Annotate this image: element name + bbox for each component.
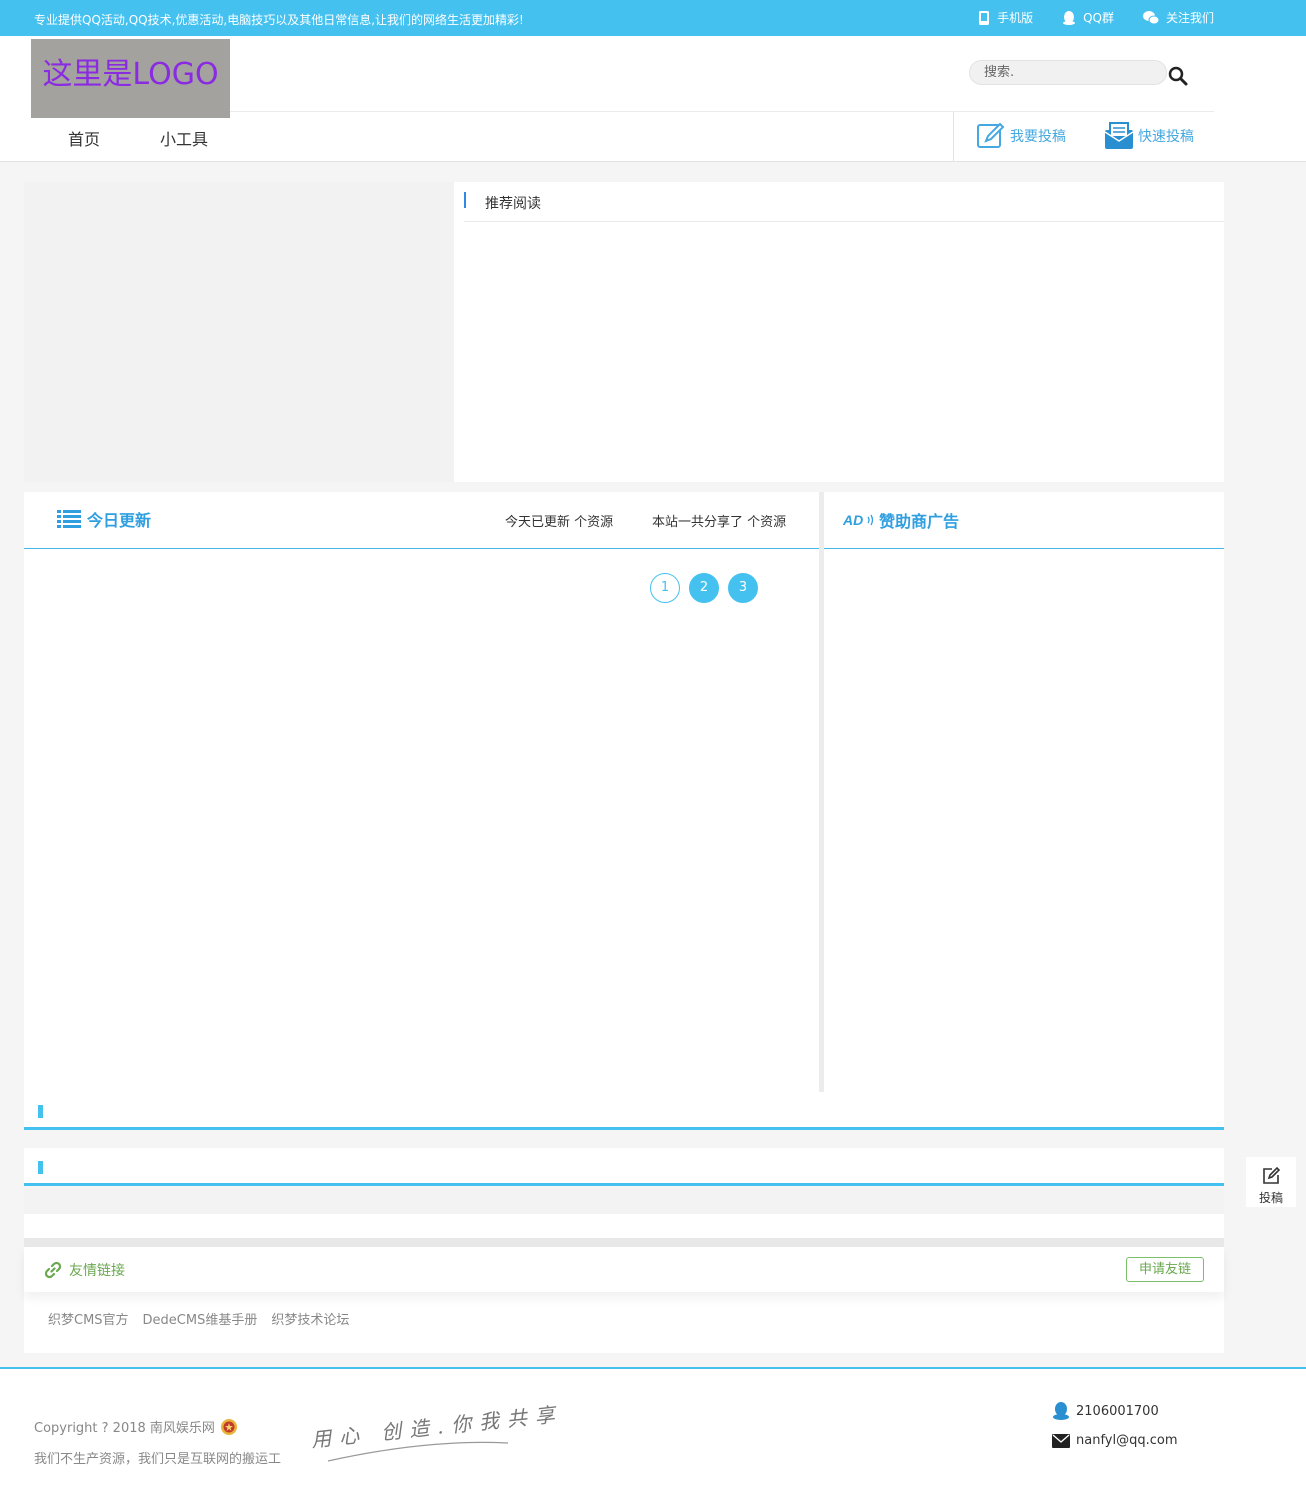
floating-submit-button[interactable]: 投稿 — [1246, 1157, 1296, 1207]
nav-item-tools[interactable]: 小工具 — [160, 126, 208, 150]
friend-link[interactable]: 织梦CMS官方 — [48, 1309, 129, 1328]
friend-link[interactable]: 织梦技术论坛 — [271, 1309, 349, 1328]
site-slogan: 专业提供QQ活动,QQ技术,优惠活动,电脑技巧以及其他日常信息,让我们的网络生活… — [34, 13, 524, 27]
envelope-icon — [1104, 122, 1134, 149]
section-marker — [464, 192, 466, 208]
section-spacer — [24, 1188, 1224, 1214]
today-updates-label: 今日更新 — [87, 511, 152, 530]
search-icon — [1168, 66, 1188, 86]
sponsor-ad-header: AD 赞助商广告 — [824, 492, 1224, 549]
copyright-line: Copyright ? 2018 南风娱乐网 — [34, 1417, 238, 1436]
quick-submit-label: 快速投稿 — [1138, 129, 1194, 145]
friend-links-label: 友情链接 — [69, 1263, 125, 1279]
mobile-version-link[interactable]: 手机版 — [977, 9, 1033, 26]
floating-submit-label: 投稿 — [1258, 1191, 1283, 1205]
mobile-version-label: 手机版 — [997, 11, 1034, 25]
section-marker — [38, 1105, 43, 1118]
friend-link[interactable]: DedeCMS维基手册 — [143, 1309, 258, 1328]
qq-contact: 2106001700 — [1052, 1401, 1159, 1421]
total-share-count: 本站一共分享了 个资源 — [652, 515, 787, 530]
friend-links-list: 织梦CMS官方 DedeCMS维基手册 织梦技术论坛 — [48, 1309, 349, 1328]
submit-article-button[interactable]: 我要投稿 — [976, 122, 1066, 150]
email-contact: nanfyl@qq.com — [1052, 1433, 1178, 1448]
list-icon — [57, 510, 81, 528]
qq-penguin-icon — [1063, 10, 1076, 25]
svg-text:AD: AD — [843, 512, 863, 528]
wechat-icon — [1142, 10, 1160, 24]
search-input[interactable]: 搜索. — [969, 60, 1167, 85]
search-button[interactable] — [1168, 66, 1188, 90]
image-slider[interactable] — [24, 182, 454, 522]
friend-links-title: 友情链接 — [44, 1260, 125, 1280]
sponsor-ad-label: 赞助商广告 — [879, 512, 960, 531]
mobile-icon — [979, 10, 990, 25]
mail-icon — [1052, 1433, 1070, 1448]
main-nav: 首页 小工具 — [68, 126, 208, 150]
follow-us-link[interactable]: 关注我们 — [1142, 9, 1214, 26]
link-icon — [44, 1261, 62, 1279]
qq-number: 2106001700 — [1076, 1403, 1159, 1419]
qq-penguin-icon — [1053, 1402, 1069, 1420]
submit-article-label: 我要投稿 — [1010, 129, 1066, 145]
today-updates-title: 今日更新 — [57, 507, 151, 531]
section-marker — [38, 1161, 43, 1174]
qq-group-link[interactable]: QQ群 — [1061, 9, 1114, 26]
pagination: 1 2 3 — [650, 573, 758, 603]
ad-badge-icon: AD — [843, 512, 874, 528]
apply-friend-link-button[interactable]: 申请友链 — [1126, 1257, 1204, 1282]
empty-section — [24, 1214, 1224, 1238]
nav-item-home[interactable]: 首页 — [68, 126, 100, 150]
edit-icon — [977, 122, 1005, 148]
copyright-text: Copyright ? 2018 南风娱乐网 — [34, 1421, 215, 1436]
page-button-2[interactable]: 2 — [689, 573, 719, 603]
today-updates-header: 今日更新 今天已更新 个资源 本站一共分享了 个资源 — [24, 492, 819, 549]
sponsor-ad-title: AD 赞助商广告 — [843, 508, 959, 532]
site-footer: Copyright ? 2018 南风娱乐网 我们不生产资源，我们只是互联网的搬… — [0, 1367, 1306, 1510]
quick-submit-button[interactable]: 快速投稿 — [1104, 122, 1194, 150]
section-bar-1 — [24, 1092, 1224, 1130]
police-badge-icon — [220, 1418, 237, 1435]
page-button-1[interactable]: 1 — [650, 573, 680, 603]
footer-tagline: 我们不生产资源，我们只是互联网的搬运工 — [34, 1452, 282, 1467]
friend-links-panel: 友情链接 申请友链 织梦CMS官方 DedeCMS维基手册 织梦技术论坛 — [24, 1247, 1224, 1353]
site-header: 这里是LOGO 搜索. 首页 小工具 我要投稿 快速投稿 — [0, 36, 1306, 162]
signature-image: 用心 创造.你我共享 — [310, 1402, 558, 1462]
email-address: nanfyl@qq.com — [1076, 1433, 1178, 1448]
today-update-count: 今天已更新 个资源 — [505, 515, 614, 530]
recommended-reading-header: 推荐阅读 — [464, 182, 1224, 222]
follow-us-label: 关注我们 — [1165, 11, 1214, 25]
friend-links-header: 友情链接 申请友链 — [24, 1247, 1224, 1292]
page-button-3[interactable]: 3 — [728, 573, 758, 603]
top-bar: 专业提供QQ活动,QQ技术,优惠活动,电脑技巧以及其他日常信息,让我们的网络生活… — [0, 0, 1306, 36]
section-bar-2 — [24, 1148, 1224, 1186]
recommended-reading-title: 推荐阅读 — [485, 196, 541, 212]
sponsor-ad-panel: AD 赞助商广告 — [824, 492, 1224, 1092]
nav-divider — [953, 112, 954, 162]
section-spacer — [24, 1238, 1224, 1247]
today-updates-panel: 今日更新 今天已更新 个资源 本站一共分享了 个资源 1 2 3 — [24, 492, 819, 1092]
recommended-reading-panel: 推荐阅读 — [454, 182, 1224, 482]
edit-icon — [1263, 1166, 1281, 1184]
qq-group-label: QQ群 — [1083, 11, 1114, 25]
header-divider — [230, 111, 1214, 112]
top-links: 手机版 QQ群 关注我们 — [977, 9, 1214, 26]
site-logo[interactable]: 这里是LOGO — [31, 39, 230, 118]
